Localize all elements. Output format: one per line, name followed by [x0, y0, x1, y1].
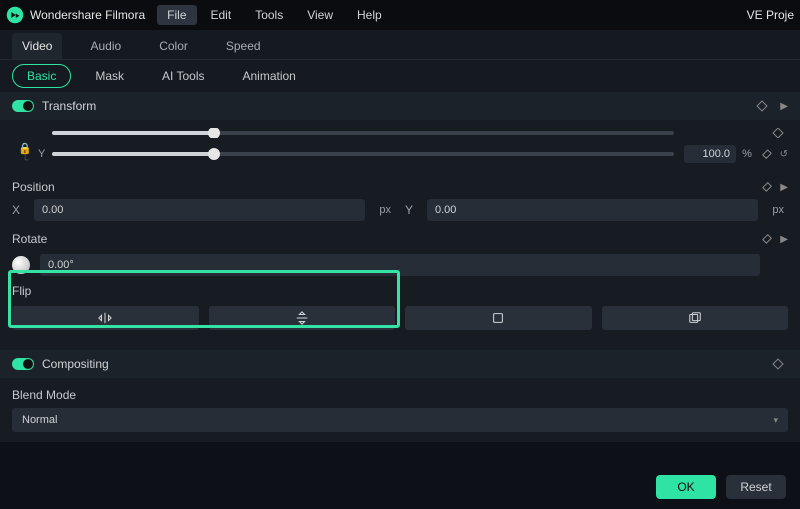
scale-x-slider-thumb[interactable] — [208, 128, 220, 138]
inspector-subtabs: Basic Mask AI Tools Animation — [0, 60, 800, 92]
flip-section: Flip — [12, 278, 788, 336]
subtab-animation[interactable]: Animation — [228, 65, 309, 87]
rotate-keyframe-icon[interactable] — [762, 234, 772, 244]
compositing-title: Compositing — [42, 357, 760, 371]
canvas-fit-button[interactable] — [405, 306, 592, 330]
position-x-unit: px — [375, 204, 395, 216]
compositing-toggle[interactable] — [12, 358, 34, 370]
menu-tools[interactable]: Tools — [245, 5, 293, 25]
main-menu: File Edit Tools View Help — [157, 5, 746, 25]
project-label: VE Proje — [747, 8, 794, 22]
square-icon — [491, 311, 505, 325]
scale-x-row-partial — [12, 128, 788, 138]
position-y-label: Y — [405, 203, 417, 217]
rotate-input-row: 0.00° — [12, 252, 788, 278]
flip-vertical-button[interactable] — [209, 306, 396, 330]
flip-button-row — [12, 306, 788, 330]
transform-expand-icon[interactable]: ▶ — [780, 101, 788, 112]
position-y-unit: px — [768, 204, 788, 216]
tab-color[interactable]: Color — [149, 33, 198, 59]
rotate-header-row: Rotate ▶ — [12, 222, 788, 248]
transform-title: Transform — [42, 99, 744, 113]
scale-y-keyframe-icon[interactable] — [762, 149, 772, 159]
menu-edit[interactable]: Edit — [201, 5, 242, 25]
position-x-input[interactable]: 0.00 — [34, 199, 365, 221]
ok-button[interactable]: OK — [656, 475, 716, 499]
menu-help[interactable]: Help — [347, 5, 392, 25]
scale-y-label: Y — [38, 148, 52, 160]
scale-y-unit: % — [736, 148, 758, 160]
position-keyframe-icon[interactable] — [762, 182, 772, 192]
tab-audio[interactable]: Audio — [80, 33, 131, 59]
flip-vertical-icon — [295, 311, 309, 325]
blend-mode-dropdown[interactable]: Normal ▾ — [12, 408, 788, 432]
transform-toggle[interactable] — [12, 100, 34, 112]
subtab-mask[interactable]: Mask — [81, 65, 138, 87]
flip-label: Flip — [12, 284, 788, 298]
blend-mode-label: Blend Mode — [12, 388, 788, 402]
blend-panel: Blend Mode Normal ▾ — [0, 378, 800, 442]
subtab-ai-tools[interactable]: AI Tools — [148, 65, 218, 87]
scale-y-reset-icon[interactable]: ↺ — [780, 149, 788, 160]
footer-buttons: OK Reset — [656, 475, 786, 499]
app-logo-icon — [6, 6, 24, 24]
rotate-value-input[interactable]: 0.00° — [40, 254, 760, 276]
position-label: Position — [12, 180, 758, 194]
tab-video[interactable]: Video — [12, 33, 62, 59]
scale-y-slider-thumb[interactable] — [208, 148, 220, 160]
menu-view[interactable]: View — [297, 5, 343, 25]
transform-section-header: Transform ▶ — [0, 92, 800, 120]
compositing-keyframe-icon[interactable] — [772, 358, 783, 369]
scale-y-row: 🔒 └ Y 100.0 % ↺ — [12, 144, 788, 164]
overlap-square-icon — [688, 311, 702, 325]
lock-aspect-icon[interactable]: 🔒 — [18, 142, 32, 155]
tab-speed[interactable]: Speed — [216, 33, 271, 59]
chevron-down-icon: ▾ — [773, 415, 778, 426]
flip-horizontal-icon — [98, 311, 112, 325]
rotate-label: Rotate — [12, 232, 758, 246]
scale-y-slider[interactable] — [52, 145, 684, 163]
compositing-section-header: Compositing — [0, 350, 800, 378]
rotate-dial[interactable] — [12, 256, 30, 274]
transform-panel: 🔒 └ Y 100.0 % ↺ Position ▶ X 0.00 px Y 0… — [0, 120, 800, 350]
flip-horizontal-button[interactable] — [12, 306, 199, 330]
transform-keyframe-icon[interactable] — [757, 100, 768, 111]
canvas-crop-button[interactable] — [602, 306, 789, 330]
reset-button[interactable]: Reset — [726, 475, 786, 499]
position-header-row: Position ▶ — [12, 170, 788, 196]
position-inputs-row: X 0.00 px Y 0.00 px — [12, 198, 788, 222]
menu-file[interactable]: File — [157, 5, 196, 25]
blend-mode-value: Normal — [22, 414, 773, 426]
title-bar: Wondershare Filmora File Edit Tools View… — [0, 0, 800, 30]
position-reset-icon[interactable]: ▶ — [780, 182, 788, 193]
scale-y-value[interactable]: 100.0 — [684, 145, 736, 163]
scale-x-keyframe-icon[interactable] — [772, 128, 783, 138]
rotate-reset-icon[interactable]: ▶ — [780, 234, 788, 245]
position-x-label: X — [12, 203, 24, 217]
inspector-tabs: Video Audio Color Speed — [0, 30, 800, 60]
position-y-input[interactable]: 0.00 — [427, 199, 758, 221]
subtab-basic[interactable]: Basic — [12, 64, 71, 88]
app-title: Wondershare Filmora — [30, 8, 145, 22]
